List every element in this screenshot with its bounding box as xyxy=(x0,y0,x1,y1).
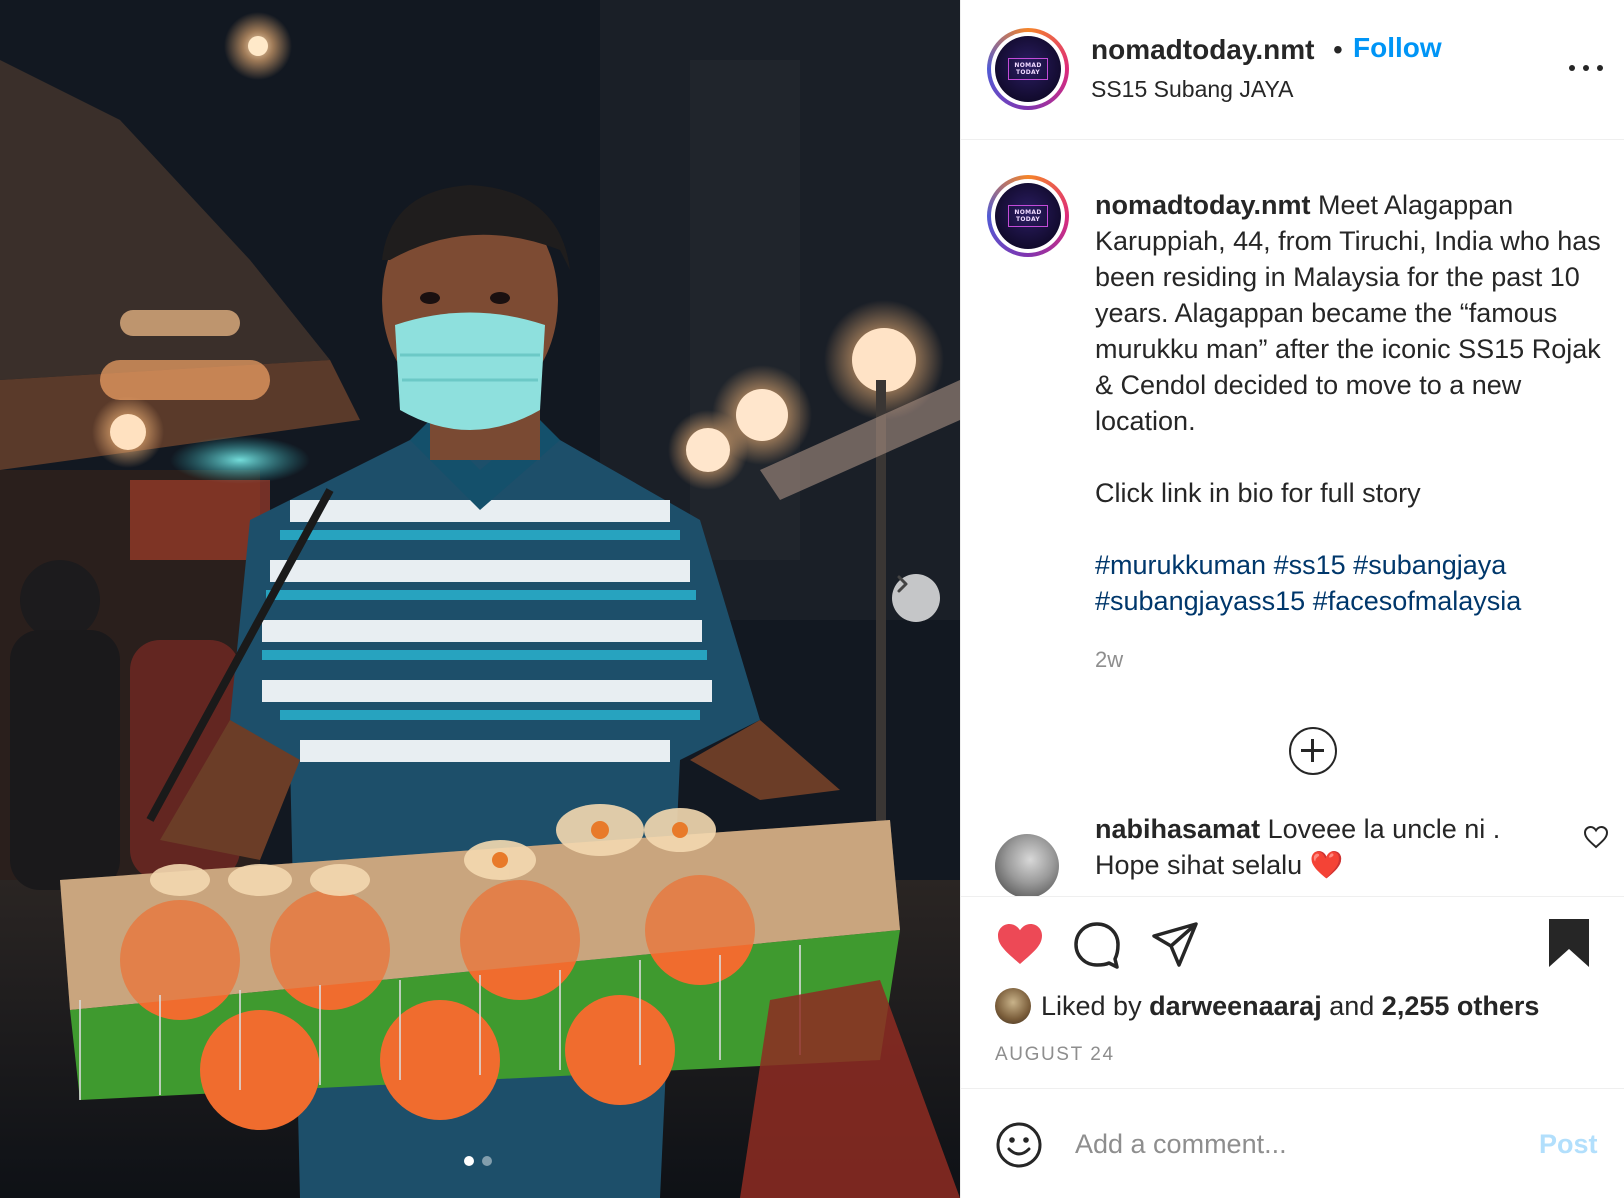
bookmark-icon xyxy=(1549,919,1589,967)
liker-username[interactable]: darweenaaraj xyxy=(1149,991,1322,1022)
carousel-dot xyxy=(482,1156,492,1166)
nomad-today-logo: NOMAD TODAY xyxy=(995,183,1061,249)
post-sidebar: NOMAD TODAY nomadtoday.nmt • Follow SS15… xyxy=(960,0,1624,1198)
caption-username[interactable]: nomadtoday.nmt xyxy=(1095,190,1311,220)
likes-and: and xyxy=(1329,990,1375,1021)
likes-prefix: Liked by xyxy=(1041,990,1142,1021)
carousel-next-button[interactable] xyxy=(892,574,940,622)
comment-like-button[interactable] xyxy=(1583,825,1609,854)
caption-cta: Click link in bio for full story xyxy=(1095,478,1421,508)
post-location[interactable]: SS15 Subang JAYA xyxy=(1091,76,1293,103)
logo-text-line2: TODAY xyxy=(1015,69,1041,76)
caption-text: Meet Alagappan Karuppiah, 44, from Tiruc… xyxy=(1095,190,1601,436)
share-button[interactable] xyxy=(1151,921,1199,974)
likes-summary: Liked by darweenaaraj and 2,255 others xyxy=(995,986,1539,1026)
author-username[interactable]: nomadtoday.nmt xyxy=(1091,34,1314,66)
chevron-right-icon xyxy=(897,575,908,593)
likes-others-link[interactable]: 2,255 others xyxy=(1382,991,1540,1022)
nomad-today-logo: NOMAD TODAY xyxy=(995,36,1061,102)
carousel-dots xyxy=(464,1156,492,1166)
more-options-icon[interactable] xyxy=(1569,58,1603,78)
comment-input[interactable] xyxy=(1075,1119,1515,1169)
caption-hashtags: #murukkuman #ss15 #subangjaya #subangjay… xyxy=(1095,547,1605,619)
load-more-comments-button[interactable] xyxy=(1289,727,1337,775)
post-date[interactable]: AUGUST 24 xyxy=(995,1044,1115,1066)
emoji-picker-button[interactable] xyxy=(995,1121,1043,1174)
comment-icon xyxy=(1074,922,1120,969)
add-comment-bar: Post xyxy=(961,1088,1624,1198)
comment-button[interactable] xyxy=(1073,921,1121,974)
caption-timestamp[interactable]: 2w xyxy=(1095,647,1123,673)
hashtag-link[interactable]: #murukkuman xyxy=(1095,550,1266,580)
hashtag-link[interactable]: #facesofmalaysia xyxy=(1313,586,1522,616)
post-comment-button[interactable]: Post xyxy=(1539,1129,1598,1160)
heart-icon xyxy=(998,924,1042,964)
comment-username[interactable]: nabihasamat xyxy=(1095,814,1260,844)
hashtag-link[interactable]: #subangjayass15 xyxy=(1095,586,1305,616)
like-button[interactable] xyxy=(995,921,1045,972)
liker-avatar[interactable] xyxy=(995,988,1031,1024)
logo-text-line1: NOMAD xyxy=(1014,209,1042,216)
post-header: NOMAD TODAY nomadtoday.nmt • Follow SS15… xyxy=(961,0,1624,140)
photo-illustration xyxy=(0,0,960,1198)
share-icon xyxy=(1152,922,1198,967)
action-bar xyxy=(961,896,1624,986)
instagram-post-view: NOMAD TODAY nomadtoday.nmt • Follow SS15… xyxy=(0,0,1624,1198)
post-caption: nomadtoday.nmt Meet Alagappan Karuppiah,… xyxy=(1095,187,1605,619)
heart-outline-icon xyxy=(1583,825,1609,849)
follow-button[interactable]: Follow xyxy=(1353,32,1442,64)
hashtag-link[interactable]: #subangjaya xyxy=(1353,550,1506,580)
save-button[interactable] xyxy=(1547,917,1591,974)
smiley-icon xyxy=(996,1122,1042,1168)
logo-text-line1: NOMAD xyxy=(1014,62,1042,69)
separator-dot: • xyxy=(1333,34,1343,65)
comments-section[interactable]: NOMAD TODAY nomadtoday.nmt Meet Alagappa… xyxy=(961,141,1624,896)
logo-text-line2: TODAY xyxy=(1015,216,1041,223)
caption-author-avatar[interactable]: NOMAD TODAY xyxy=(987,175,1069,257)
hashtag-link[interactable]: #ss15 xyxy=(1274,550,1346,580)
carousel-dot-active xyxy=(464,1156,474,1166)
post-photo[interactable] xyxy=(0,0,960,1198)
author-avatar[interactable]: NOMAD TODAY xyxy=(987,28,1069,110)
comment: nabihasamat Loveee la uncle ni . Hope si… xyxy=(1095,811,1565,883)
commenter-avatar[interactable] xyxy=(995,834,1059,896)
